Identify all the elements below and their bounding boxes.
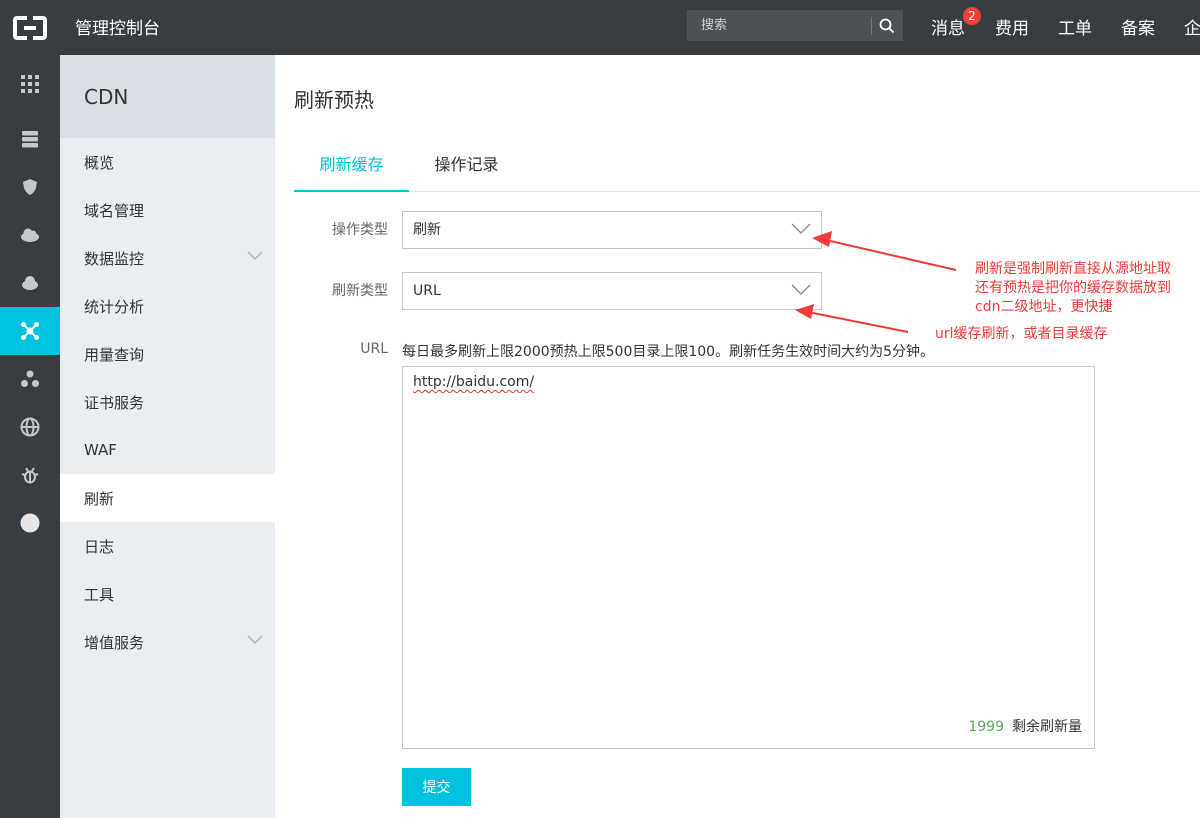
- op-type-value: 刷新: [413, 222, 441, 238]
- nav-tickets[interactable]: 工单: [1058, 14, 1092, 39]
- annotation-line: 刷新是强制刷新直接从源地址取: [975, 261, 1171, 277]
- server-icon[interactable]: [0, 115, 60, 163]
- tab-operation-log[interactable]: 操作记录: [409, 140, 524, 192]
- chevron-down-icon: [791, 223, 811, 234]
- cdn-sidebar: CDN 概览 域名管理 数据监控 统计分析 用量查询 证书服务 WAF 刷新 日…: [60, 55, 275, 818]
- op-type-annotation: 刷新是强制刷新直接从源地址取 还有预热是把你的缓存数据放到 cdn二级地址，更快…: [975, 260, 1171, 317]
- sidebar-item-label: 证书服务: [84, 393, 145, 412]
- sidebar-item-label: 数据监控: [84, 249, 145, 268]
- shield-icon[interactable]: [0, 163, 60, 211]
- sidebar-item-label: 刷新: [84, 489, 115, 508]
- sidebar-item-label: 域名管理: [84, 201, 145, 220]
- url-textarea-value: http://baidu.com/: [413, 374, 535, 390]
- sidebar-item-logs[interactable]: 日志: [60, 522, 275, 570]
- tab-bar: 刷新缓存 操作记录: [294, 140, 1200, 192]
- product-rail: [0, 55, 60, 818]
- sidebar-item-label: 统计分析: [84, 297, 145, 316]
- chevron-down-icon: [247, 251, 263, 260]
- chevron-down-icon: [791, 284, 811, 295]
- sidebar-item-usage[interactable]: 用量查询: [60, 330, 275, 378]
- top-bar: 管理控制台 消息 2 费用 工单 备案 企: [0, 0, 1200, 55]
- sidebar-item-label: 日志: [84, 537, 115, 556]
- sidebar-item-waf[interactable]: WAF: [60, 426, 275, 474]
- refresh-type-label: 刷新类型: [332, 283, 388, 299]
- chevron-down-icon: [247, 635, 263, 644]
- sidebar-item-domains[interactable]: 域名管理: [60, 186, 275, 234]
- sidebar-item-label: WAF: [84, 441, 117, 459]
- sidebar-item-monitoring[interactable]: 数据监控: [60, 234, 275, 282]
- cloud-arrow-icon[interactable]: [0, 259, 60, 307]
- url-label: URL: [360, 341, 388, 357]
- globe-icon[interactable]: [0, 403, 60, 451]
- annotation-line: 还有预热是把你的缓存数据放到: [975, 280, 1171, 296]
- nav-messages[interactable]: 消息: [931, 14, 965, 39]
- page-title: 刷新预热: [294, 88, 374, 112]
- refresh-type-value: URL: [413, 283, 441, 299]
- tab-refresh-cache[interactable]: 刷新缓存: [294, 140, 409, 192]
- search-icon[interactable]: [872, 10, 903, 41]
- sidebar-item-refresh[interactable]: 刷新: [60, 474, 275, 522]
- sidebar-item-label: 工具: [84, 585, 115, 604]
- refresh-type-annotation: url缓存刷新，或者目录缓存: [935, 326, 1108, 342]
- sidebar-item-tools[interactable]: 工具: [60, 570, 275, 618]
- sidebar-item-label: 用量查询: [84, 345, 145, 364]
- console-title[interactable]: 管理控制台: [75, 14, 160, 39]
- url-textarea[interactable]: http://baidu.com/ 1999 剩余刷新量: [402, 366, 1095, 749]
- nav-enterprise[interactable]: 企: [1184, 14, 1200, 39]
- op-type-select[interactable]: 刷新: [402, 211, 822, 249]
- cdn-icon[interactable]: [0, 307, 60, 355]
- bug-icon[interactable]: [0, 451, 60, 499]
- search-input[interactable]: [687, 10, 871, 41]
- sidebar-item-value-added[interactable]: 增值服务: [60, 618, 275, 666]
- nodes-icon[interactable]: [0, 355, 60, 403]
- search-box[interactable]: [687, 10, 903, 41]
- op-type-label: 操作类型: [332, 222, 388, 238]
- sidebar-item-certificates[interactable]: 证书服务: [60, 378, 275, 426]
- sidebar-item-label: 概览: [84, 153, 115, 172]
- annotation-line: cdn二级地址，更快捷: [975, 299, 1113, 315]
- remaining-count: 1999: [968, 719, 1004, 735]
- message-badge: 2: [963, 7, 981, 25]
- submit-button[interactable]: 提交: [402, 768, 471, 806]
- refresh-type-select[interactable]: URL: [402, 272, 822, 310]
- remaining-label: 剩余刷新量: [1012, 719, 1082, 735]
- circle-icon[interactable]: [0, 499, 60, 547]
- nav-billing[interactable]: 费用: [995, 14, 1029, 39]
- cloud-icon[interactable]: [0, 211, 60, 259]
- url-limit-hint: 每日最多刷新上限2000预热上限500目录上限100。刷新任务生效时间大约为5分…: [402, 344, 934, 360]
- sidebar-item-overview[interactable]: 概览: [60, 138, 275, 186]
- nav-icp-filing[interactable]: 备案: [1121, 14, 1155, 39]
- sidebar-item-label: 增值服务: [84, 633, 145, 652]
- sidebar-header: CDN: [60, 55, 275, 138]
- remaining-counter: 1999 剩余刷新量: [968, 716, 1082, 736]
- grid-icon[interactable]: [0, 60, 60, 108]
- aliyun-logo[interactable]: [0, 0, 60, 55]
- sidebar-item-analytics[interactable]: 统计分析: [60, 282, 275, 330]
